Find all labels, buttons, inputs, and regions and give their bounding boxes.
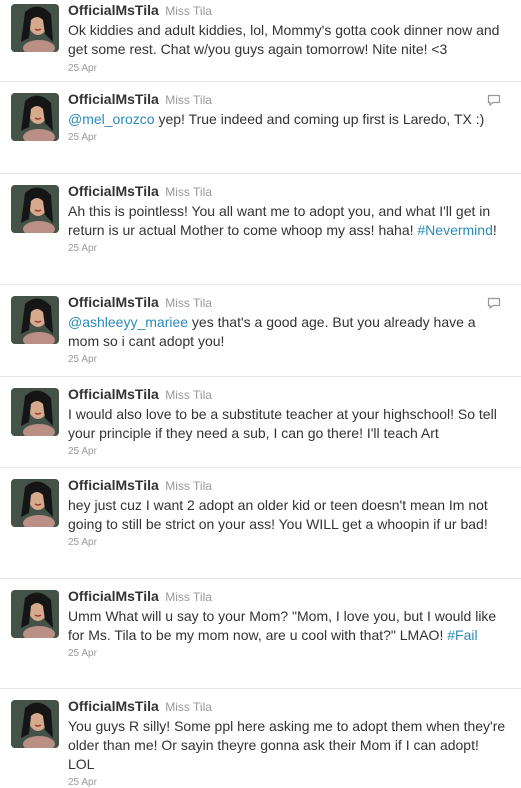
tweet-header: OfficialMsTila Miss Tila — [68, 91, 507, 109]
tweet-text-body: hey just cuz I want 2 adopt an older kid… — [68, 497, 488, 532]
tweet-timestamp[interactable]: 25 Apr — [68, 446, 507, 457]
user-display-name[interactable]: Miss Tila — [165, 700, 212, 714]
tweet-header: OfficialMsTila Miss Tila — [68, 386, 507, 404]
tweet: OfficialMsTila Miss Tila Ok kiddies and … — [0, 0, 521, 82]
user-name[interactable]: OfficialMsTila — [68, 588, 159, 604]
tweet-text: Umm What will u say to your Mom? "Mom, I… — [68, 607, 507, 645]
tweet-feed: OfficialMsTila Miss Tila Ok kiddies and … — [0, 0, 521, 788]
tweet-header: OfficialMsTila Miss Tila — [68, 477, 507, 495]
user-name[interactable]: OfficialMsTila — [68, 477, 159, 493]
tweet-text: Ok kiddies and adult kiddies, lol, Mommy… — [68, 21, 507, 59]
tweet-timestamp[interactable]: 25 Apr — [68, 777, 507, 788]
tweet-header: OfficialMsTila Miss Tila — [68, 294, 507, 312]
user-name[interactable]: OfficialMsTila — [68, 2, 159, 18]
user-name[interactable]: OfficialMsTila — [68, 294, 159, 310]
tweet-text-body: You guys R silly! Some ppl here asking m… — [68, 718, 506, 772]
avatar[interactable] — [11, 700, 59, 748]
tweet-timestamp[interactable]: 25 Apr — [68, 537, 507, 548]
user-name[interactable]: OfficialMsTila — [68, 698, 159, 714]
avatar[interactable] — [11, 479, 59, 527]
tweet-timestamp[interactable]: 25 Apr — [68, 132, 507, 143]
avatar[interactable] — [11, 296, 59, 344]
tweet: OfficialMsTila Miss Tila You guys R sill… — [0, 689, 521, 788]
avatar[interactable] — [11, 590, 59, 638]
tweet: OfficialMsTila Miss Tila @ashleeyy_marie… — [0, 285, 521, 377]
tweet-header: OfficialMsTila Miss Tila — [68, 183, 507, 201]
tweet-text: hey just cuz I want 2 adopt an older kid… — [68, 496, 507, 534]
tweet: OfficialMsTila Miss Tila hey just cuz I … — [0, 468, 521, 579]
mention-link[interactable]: @mel_orozco — [68, 111, 155, 127]
tweet-timestamp[interactable]: 25 Apr — [68, 63, 507, 74]
user-display-name[interactable]: Miss Tila — [165, 185, 212, 199]
user-display-name[interactable]: Miss Tila — [165, 388, 212, 402]
tweet-text-body: Umm What will u say to your Mom? "Mom, I… — [68, 608, 497, 643]
user-name[interactable]: OfficialMsTila — [68, 91, 159, 107]
user-display-name[interactable]: Miss Tila — [165, 93, 212, 107]
avatar[interactable] — [11, 93, 59, 141]
reply-icon[interactable] — [487, 297, 501, 309]
tweet-header: OfficialMsTila Miss Tila — [68, 698, 507, 716]
tweet-timestamp[interactable]: 25 Apr — [68, 243, 507, 254]
tweet-text-body: Ok kiddies and adult kiddies, lol, Mommy… — [68, 22, 500, 57]
reply-icon[interactable] — [487, 94, 501, 106]
tweet-text: Ah this is pointless! You all want me to… — [68, 202, 507, 240]
tweet-text: I would also love to be a substitute tea… — [68, 405, 507, 443]
user-display-name[interactable]: Miss Tila — [165, 296, 212, 310]
tweet-text-body: yep! True indeed and coming up first is … — [154, 111, 485, 127]
user-name[interactable]: OfficialMsTila — [68, 183, 159, 199]
avatar[interactable] — [11, 388, 59, 436]
avatar[interactable] — [11, 4, 59, 52]
user-display-name[interactable]: Miss Tila — [165, 590, 212, 604]
tweet-text: You guys R silly! Some ppl here asking m… — [68, 717, 507, 774]
tweet-timestamp[interactable]: 25 Apr — [68, 648, 507, 659]
tweet-header: OfficialMsTila Miss Tila — [68, 2, 507, 20]
tweet-timestamp[interactable]: 25 Apr — [68, 354, 507, 365]
tweet: OfficialMsTila Miss Tila Umm What will u… — [0, 579, 521, 689]
tweet-text-tail: ! — [492, 222, 497, 238]
avatar[interactable] — [11, 185, 59, 233]
tweet-text-body: I would also love to be a substitute tea… — [68, 406, 497, 441]
mention-link[interactable]: @ashleeyy_mariee — [68, 314, 188, 330]
tweet-header: OfficialMsTila Miss Tila — [68, 588, 507, 606]
tweet-text: @ashleeyy_mariee yes that's a good age. … — [68, 313, 507, 351]
hashtag-link[interactable]: #Nevermind — [417, 222, 492, 238]
user-display-name[interactable]: Miss Tila — [165, 4, 212, 18]
hashtag-link[interactable]: #Fail — [447, 627, 477, 643]
tweet-text: @mel_orozco yep! True indeed and coming … — [68, 110, 507, 129]
tweet: OfficialMsTila Miss Tila @mel_orozco yep… — [0, 82, 521, 174]
tweet: OfficialMsTila Miss Tila Ah this is poin… — [0, 174, 521, 285]
user-display-name[interactable]: Miss Tila — [165, 479, 212, 493]
tweet: OfficialMsTila Miss Tila I would also lo… — [0, 377, 521, 468]
user-name[interactable]: OfficialMsTila — [68, 386, 159, 402]
